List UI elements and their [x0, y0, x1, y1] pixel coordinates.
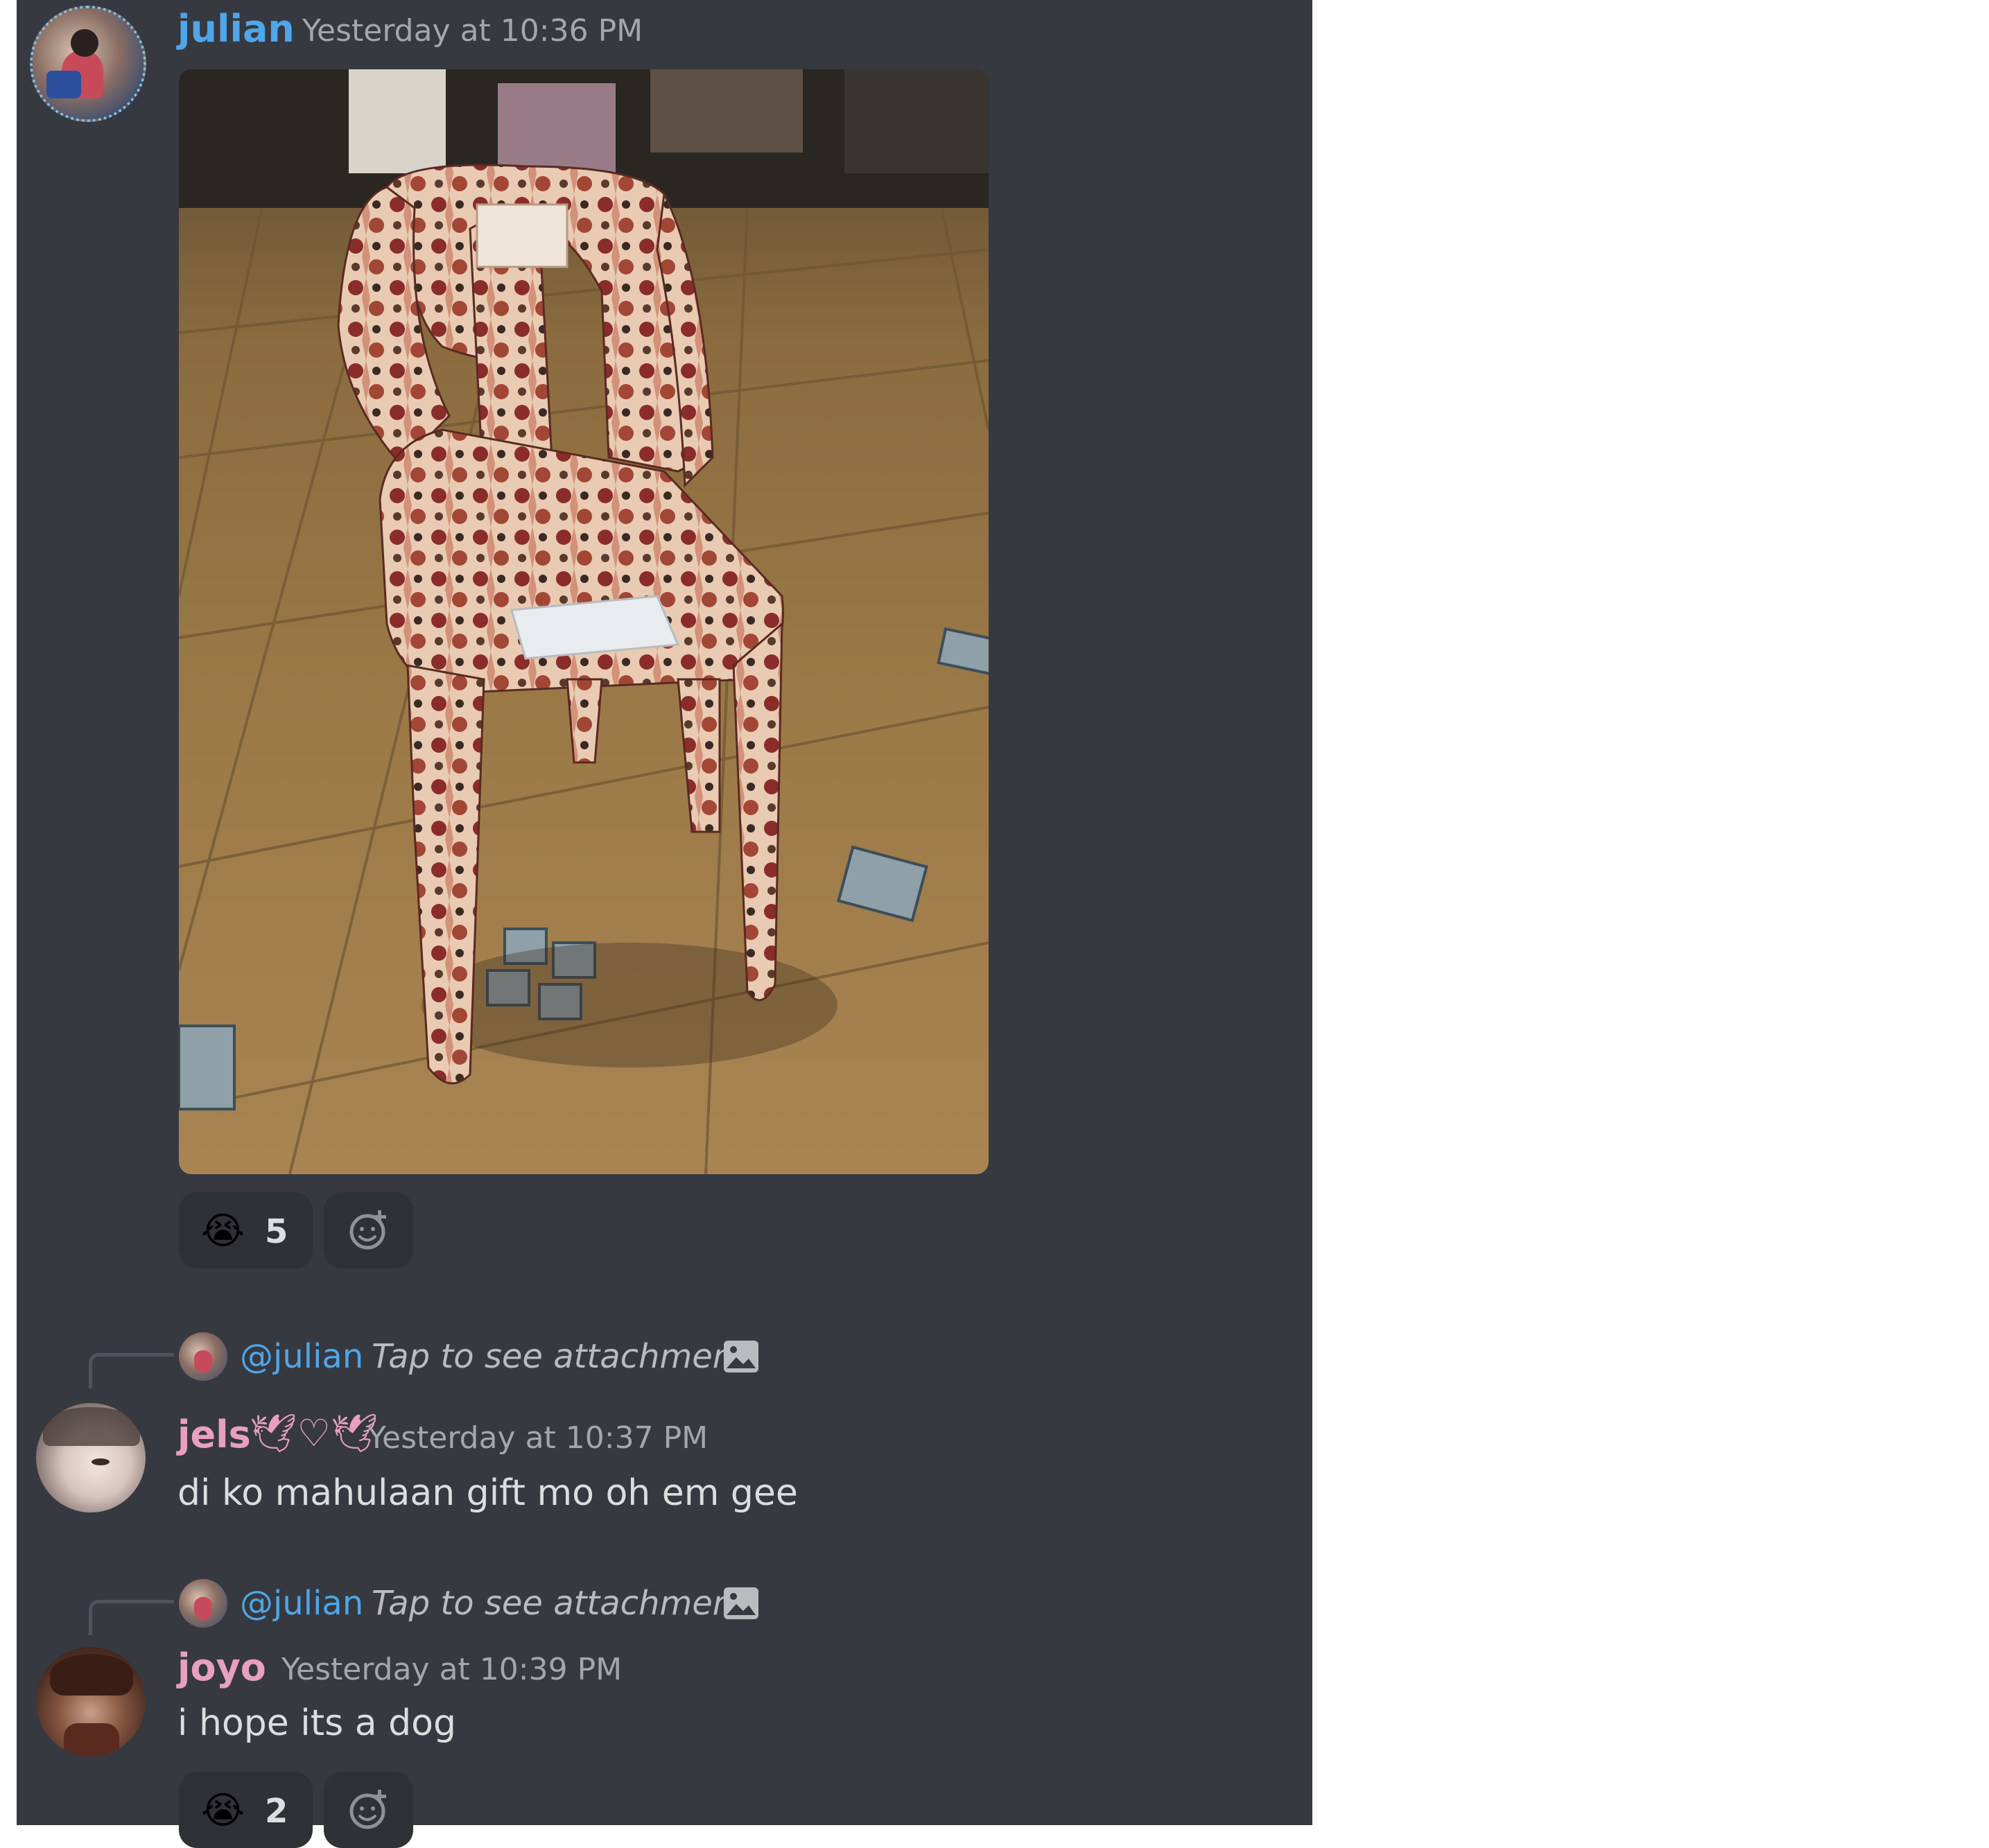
- message-text: i hope its a dog: [177, 1702, 456, 1744]
- chat-panel: julian Yesterday at 10:36 PM 😭 5 @julian…: [17, 0, 1312, 1848]
- loudly-crying-emoji: 😭: [201, 1209, 245, 1253]
- reaction-count: 5: [265, 1212, 288, 1251]
- add-reaction-icon: [349, 1790, 386, 1829]
- author-name[interactable]: joyo: [177, 1647, 266, 1689]
- timestamp: Yesterday at 10:39 PM: [281, 1652, 623, 1687]
- reaction-button[interactable]: 😭 5: [179, 1192, 313, 1269]
- add-reaction-button[interactable]: [324, 1192, 413, 1269]
- image-icon: [724, 1341, 758, 1372]
- timestamp: Yesterday at 10:36 PM: [302, 13, 643, 49]
- avatar-joyo[interactable]: [36, 1647, 146, 1757]
- reply-avatar: [179, 1579, 227, 1628]
- reply-avatar: [179, 1332, 227, 1381]
- wrapped-chair-photo: [179, 69, 989, 1174]
- add-reaction-icon: [349, 1210, 386, 1250]
- loudly-crying-emoji: 😭: [201, 1788, 245, 1832]
- image-attachment[interactable]: [179, 69, 989, 1174]
- reply-text[interactable]: Tap to see attachment: [372, 1338, 747, 1375]
- reply-mention[interactable]: @julian: [240, 1585, 363, 1622]
- avatar-julian[interactable]: [30, 6, 146, 122]
- reaction-button[interactable]: 😭 2: [179, 1772, 313, 1848]
- name-decoration: 🕊♡🕊: [250, 1411, 379, 1455]
- reply-text[interactable]: Tap to see attachment: [372, 1585, 747, 1622]
- avatar-jels[interactable]: [36, 1403, 146, 1513]
- add-reaction-button[interactable]: [324, 1772, 413, 1848]
- reply-connector: [89, 1353, 174, 1388]
- author-name[interactable]: jels: [177, 1414, 251, 1456]
- message-text: di ko mahulaan gift mo oh em gee: [177, 1472, 798, 1514]
- reaction-count: 2: [265, 1792, 288, 1831]
- author-name[interactable]: julian: [177, 8, 295, 50]
- image-icon: [724, 1587, 758, 1619]
- reply-mention[interactable]: @julian: [240, 1338, 363, 1375]
- reply-connector: [89, 1600, 174, 1635]
- timestamp: Yesterday at 10:37 PM: [367, 1420, 709, 1456]
